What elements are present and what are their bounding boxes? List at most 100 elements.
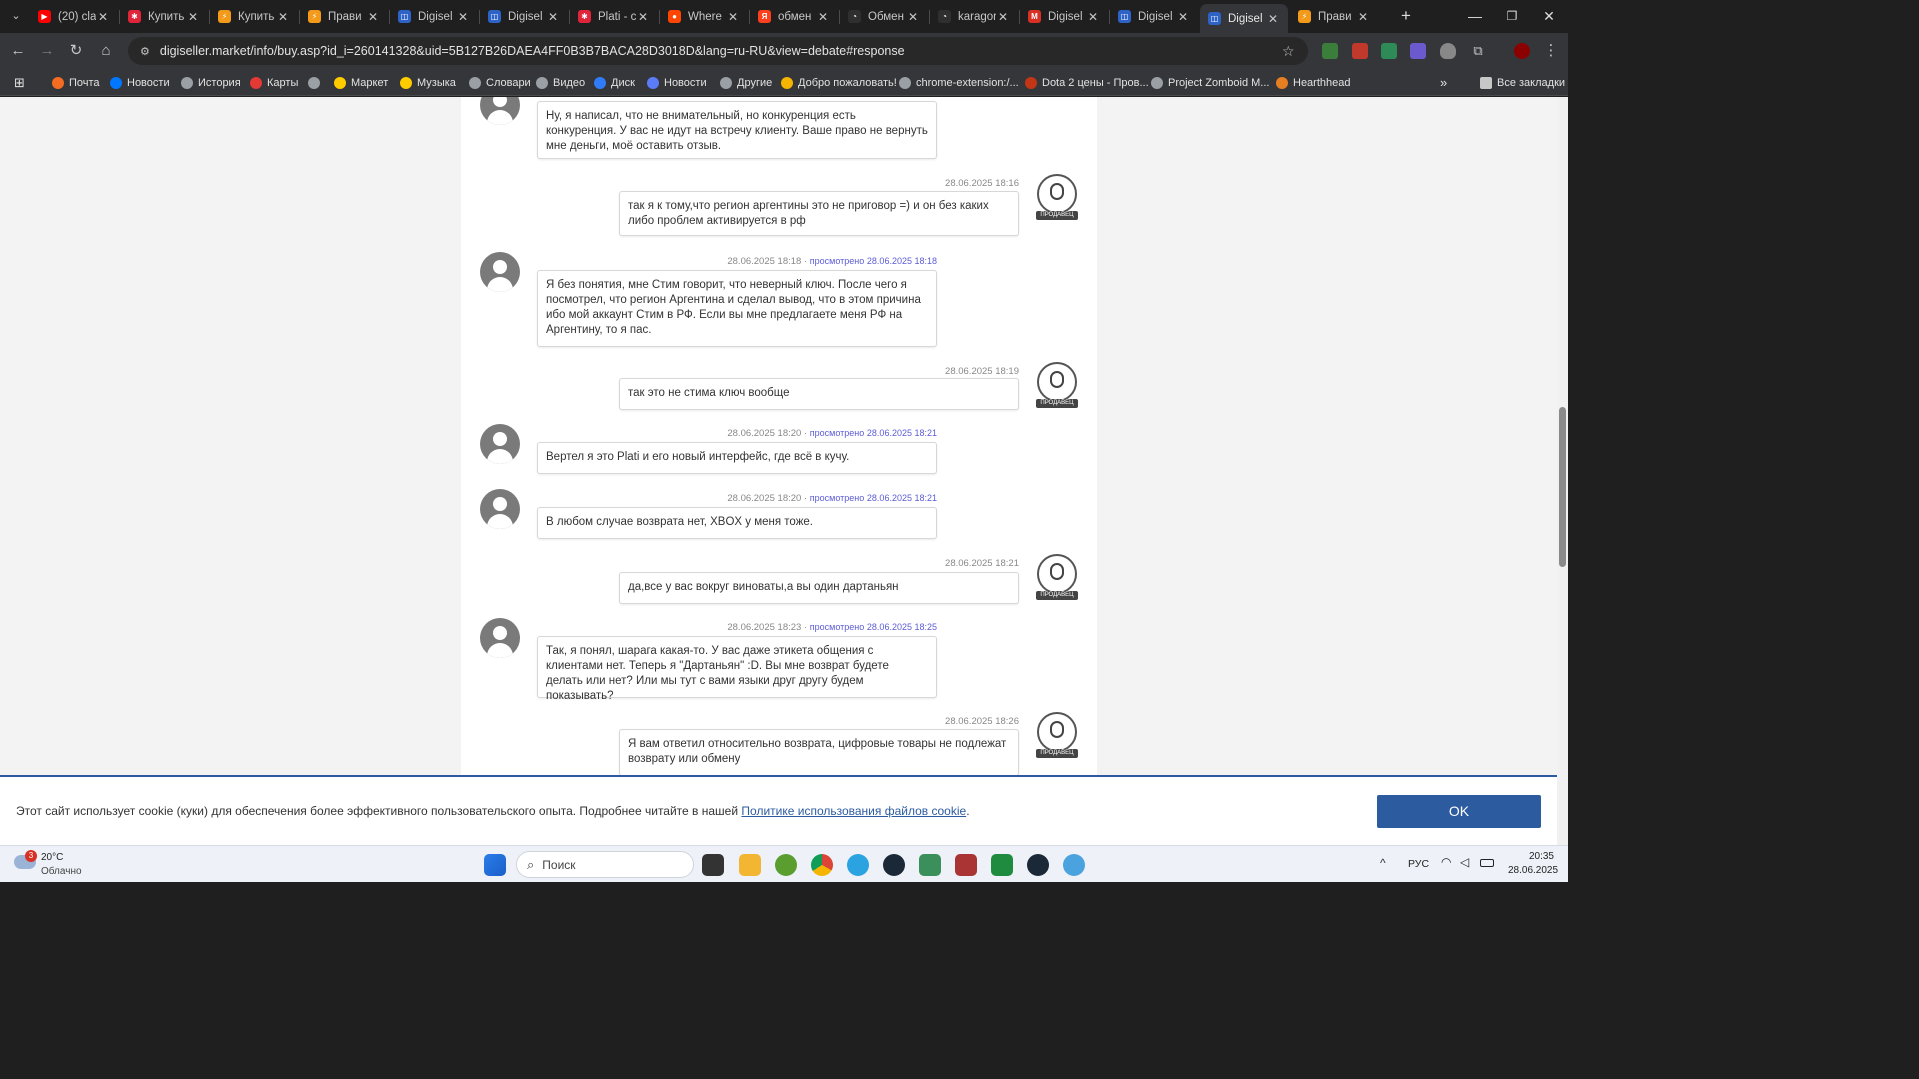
bookmark-item[interactable]: Видео bbox=[536, 74, 585, 91]
tray-chevron-icon[interactable]: ^ bbox=[1380, 856, 1386, 870]
close-tab-icon[interactable]: ✕ bbox=[996, 10, 1010, 24]
taskbar-search[interactable]: ⌕ Поиск bbox=[516, 851, 694, 878]
close-tab-icon[interactable]: ✕ bbox=[456, 10, 470, 24]
bookmark-item[interactable]: Dota 2 цены - Пров... bbox=[1025, 74, 1149, 91]
bookmark-item[interactable]: Добро пожаловать! bbox=[781, 74, 897, 91]
steam-icon[interactable] bbox=[1027, 854, 1049, 876]
tab[interactable]: ● Where ✕ bbox=[660, 4, 748, 29]
shield-icon[interactable] bbox=[1440, 43, 1456, 59]
seller-tag: ПРОДАВЕЦ bbox=[1036, 211, 1078, 220]
app-icon[interactable] bbox=[919, 854, 941, 876]
more-bookmarks-chevron-icon[interactable]: » bbox=[1440, 74, 1447, 91]
bookmark-item[interactable]: Диск bbox=[594, 74, 635, 91]
apps-grid-icon[interactable]: ⊞ bbox=[14, 74, 25, 91]
tab[interactable]: M Digisel ✕ bbox=[1020, 4, 1108, 29]
tab[interactable]: Яобмен ✕ bbox=[750, 4, 838, 29]
bookmark-item[interactable]: Почта bbox=[52, 74, 100, 91]
tab[interactable]: ◔ Обмен ✕ bbox=[840, 4, 928, 29]
back-icon[interactable]: ← bbox=[8, 41, 28, 61]
tab[interactable]: ✱ Plati - c ✕ bbox=[570, 4, 658, 29]
close-window-button[interactable]: ✕ bbox=[1534, 6, 1564, 26]
extensions-puzzle-icon[interactable]: ⧉ bbox=[1468, 41, 1488, 61]
forward-icon[interactable]: → bbox=[37, 41, 57, 61]
profile-avatar[interactable] bbox=[1514, 43, 1530, 59]
volume-icon[interactable]: ◁ bbox=[1460, 855, 1469, 869]
scrollbar-thumb[interactable] bbox=[1559, 407, 1566, 567]
tab-separator bbox=[1109, 10, 1110, 24]
close-tab-icon[interactable]: ✕ bbox=[1086, 10, 1100, 24]
bookmark-item[interactable]: Новости bbox=[647, 74, 707, 91]
bookmark-item[interactable]: Новости bbox=[110, 74, 170, 91]
extension-icon[interactable] bbox=[1410, 43, 1426, 59]
extension-icon[interactable] bbox=[1381, 43, 1397, 59]
home-icon[interactable]: ⌂ bbox=[96, 41, 116, 61]
windows-start-icon[interactable] bbox=[484, 854, 506, 876]
tab-search-chevron-icon[interactable]: ⌄ bbox=[6, 6, 26, 26]
restore-button[interactable]: ❐ bbox=[1497, 6, 1527, 26]
close-tab-icon[interactable]: ✕ bbox=[1266, 12, 1280, 26]
site-info-icon[interactable]: ⚙ bbox=[140, 45, 150, 58]
bookmark-item[interactable]: chrome-extension:/... bbox=[899, 74, 1019, 91]
close-tab-icon[interactable]: ✕ bbox=[186, 10, 200, 24]
tab[interactable]: ◫ Digisel ✕ bbox=[480, 4, 568, 29]
chrome-icon[interactable] bbox=[811, 854, 833, 876]
tab[interactable]: ▶ (20) cla ✕ bbox=[30, 4, 118, 29]
tab[interactable]: ◫ Digisel ✕ bbox=[1110, 4, 1198, 29]
bookmark-item[interactable]: Project Zomboid M... bbox=[1151, 74, 1269, 91]
bookmark-item[interactable]: Карты bbox=[250, 74, 298, 91]
weather-widget[interactable]: 3 20°C Облачно bbox=[14, 850, 114, 879]
close-tab-icon[interactable]: ✕ bbox=[276, 10, 290, 24]
app-icon[interactable] bbox=[991, 854, 1013, 876]
tab-title: (20) cla bbox=[58, 10, 96, 23]
tab[interactable]: ⚡ Прави ✕ bbox=[300, 4, 388, 29]
all-bookmarks-button[interactable]: Все закладки bbox=[1480, 74, 1565, 91]
steam-icon[interactable] bbox=[883, 854, 905, 876]
bookmark-item[interactable]: Музыка bbox=[400, 74, 456, 91]
bookmark-item[interactable]: Словари bbox=[469, 74, 531, 91]
bookmark-item[interactable]: Маркет bbox=[334, 74, 388, 91]
cookie-ok-button[interactable]: OK bbox=[1377, 795, 1541, 828]
extension-icon[interactable] bbox=[1322, 43, 1338, 59]
tab[interactable]: ◔ karagor ✕ bbox=[930, 4, 1018, 29]
bookmark-item[interactable]: Hearthhead bbox=[1276, 74, 1351, 91]
minimize-button[interactable]: — bbox=[1460, 6, 1490, 26]
reload-icon[interactable]: ↻ bbox=[66, 41, 86, 61]
bookmark-item[interactable]: История bbox=[181, 74, 241, 91]
tab[interactable]: ✱ Купить ✕ bbox=[120, 4, 208, 29]
extension-icon[interactable] bbox=[1352, 43, 1368, 59]
close-tab-icon[interactable]: ✕ bbox=[546, 10, 560, 24]
tab[interactable]: ◫ Digisel ✕ bbox=[390, 4, 478, 29]
clock[interactable]: 20:35 28.06.2025 bbox=[1508, 850, 1558, 878]
tab[interactable]: ⚡ Купить ✕ bbox=[210, 4, 298, 29]
close-tab-icon[interactable]: ✕ bbox=[906, 10, 920, 24]
buyer-avatar bbox=[480, 489, 520, 529]
file-explorer-icon[interactable] bbox=[739, 854, 761, 876]
new-tab-button[interactable]: + bbox=[1391, 6, 1421, 26]
close-tab-icon[interactable]: ✕ bbox=[1356, 10, 1370, 24]
close-tab-icon[interactable]: ✕ bbox=[726, 10, 740, 24]
bookmark-item[interactable] bbox=[308, 74, 325, 91]
cookie-policy-link[interactable]: Политике использования файлов cookie bbox=[741, 804, 966, 818]
task-view-icon[interactable] bbox=[702, 854, 724, 876]
close-tab-icon[interactable]: ✕ bbox=[96, 10, 110, 24]
bookmark-star-icon[interactable]: ☆ bbox=[1282, 43, 1295, 60]
tab[interactable]: ⚡ Прави ✕ bbox=[1290, 4, 1378, 29]
bookmark-item[interactable]: Другие bbox=[720, 74, 772, 91]
bookmark-favicon-icon bbox=[400, 76, 412, 89]
headset-face bbox=[1050, 563, 1064, 580]
close-tab-icon[interactable]: ✕ bbox=[636, 10, 650, 24]
app-icon[interactable] bbox=[1063, 854, 1085, 876]
utorrent-icon[interactable] bbox=[775, 854, 797, 876]
wifi-icon[interactable]: ◠ bbox=[1441, 855, 1451, 869]
tab-active[interactable]: ◫ Digisel ✕ bbox=[1200, 4, 1288, 33]
close-tab-icon[interactable]: ✕ bbox=[366, 10, 380, 24]
app-icon[interactable] bbox=[955, 854, 977, 876]
language-indicator[interactable]: РУС bbox=[1408, 858, 1429, 870]
close-tab-icon[interactable]: ✕ bbox=[1176, 10, 1190, 24]
battery-icon[interactable] bbox=[1480, 859, 1494, 867]
address-bar[interactable]: ⚙ digiseller.market/info/buy.asp?id_i=26… bbox=[128, 37, 1308, 65]
close-tab-icon[interactable]: ✕ bbox=[816, 10, 830, 24]
page-scrollbar[interactable] bbox=[1557, 97, 1568, 845]
telegram-icon[interactable] bbox=[847, 854, 869, 876]
menu-kebab-icon[interactable]: ⋮ bbox=[1541, 41, 1561, 61]
